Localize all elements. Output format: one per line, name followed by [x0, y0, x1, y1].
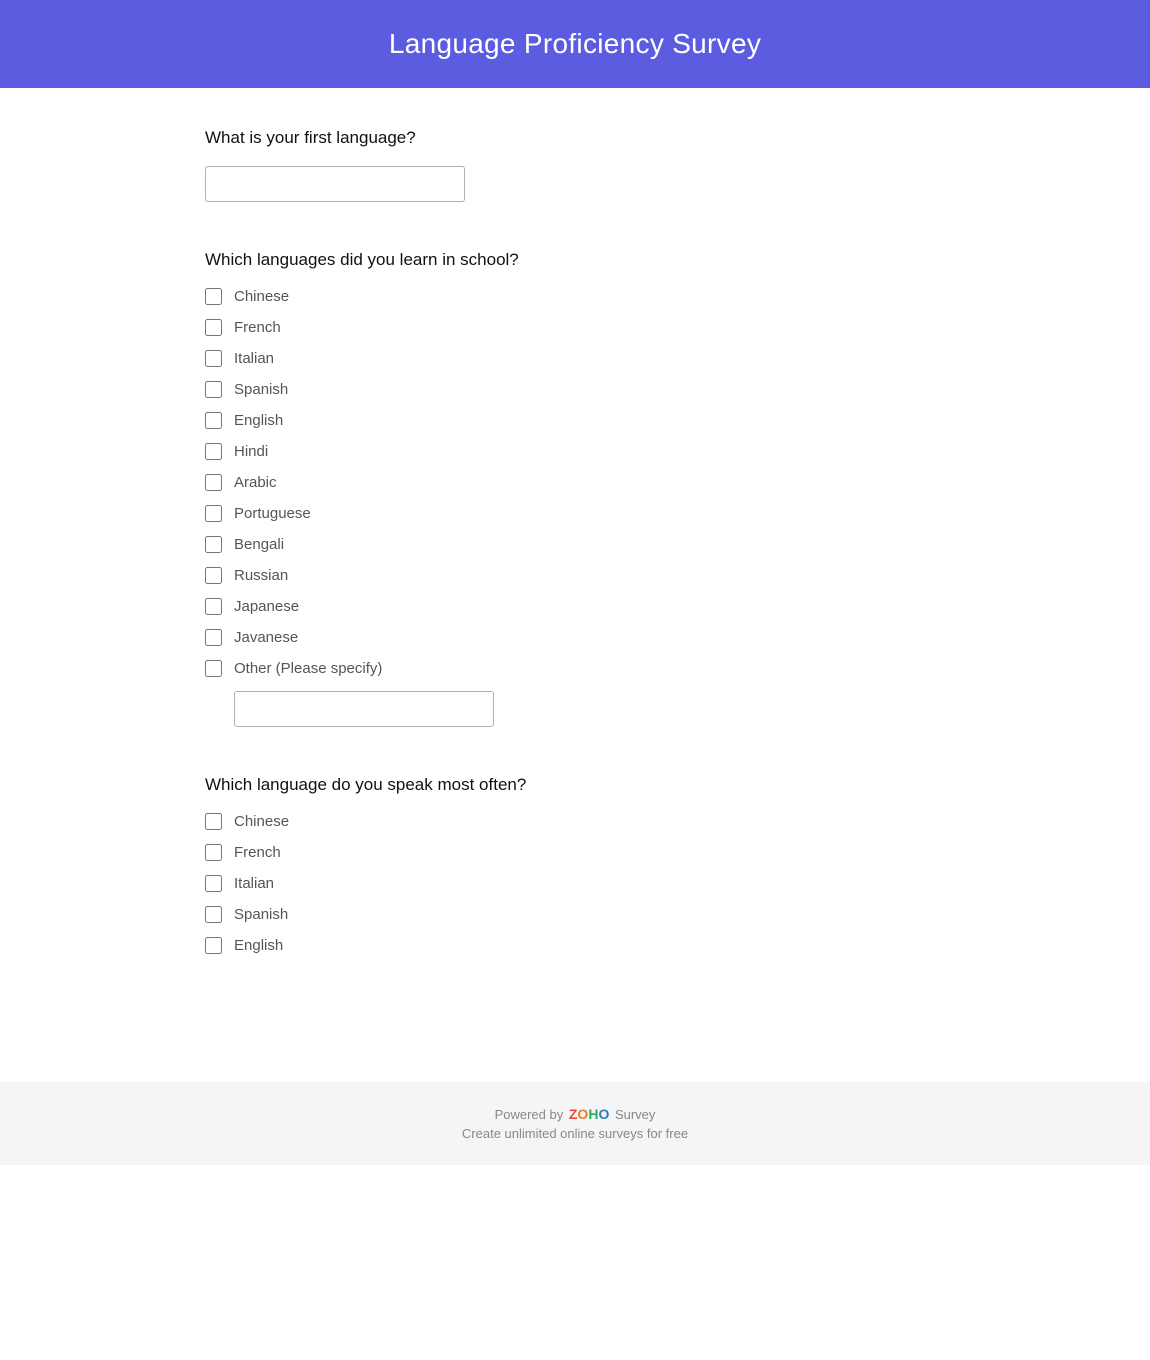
- powered-by-label: Powered by: [495, 1107, 564, 1122]
- school-languages-list: Chinese French Italian Spanish English H…: [205, 288, 945, 677]
- zoho-o2: O: [598, 1106, 609, 1122]
- label-school-portuguese[interactable]: Portuguese: [234, 505, 311, 522]
- label-school-other[interactable]: Other (Please specify): [234, 660, 382, 677]
- list-item: Portuguese: [205, 505, 945, 522]
- list-item: Bengali: [205, 536, 945, 553]
- list-item: French: [205, 319, 945, 336]
- zoho-h: H: [588, 1106, 598, 1122]
- label-speak-french[interactable]: French: [234, 844, 281, 861]
- main-content: What is your first language? Which langu…: [145, 88, 1005, 1042]
- label-speak-italian[interactable]: Italian: [234, 875, 274, 892]
- footer-powered-text: Powered by ZOHO Survey: [40, 1106, 1110, 1122]
- checkbox-school-russian[interactable]: [205, 567, 222, 584]
- list-item: Hindi: [205, 443, 945, 460]
- list-item: Chinese: [205, 813, 945, 830]
- question-3-block: Which language do you speak most often? …: [205, 775, 945, 954]
- list-item: English: [205, 412, 945, 429]
- label-school-javanese[interactable]: Javanese: [234, 629, 298, 646]
- list-item: Japanese: [205, 598, 945, 615]
- checkbox-speak-english[interactable]: [205, 937, 222, 954]
- question-2-block: Which languages did you learn in school?…: [205, 250, 945, 727]
- label-school-chinese[interactable]: Chinese: [234, 288, 289, 305]
- page-header: Language Proficiency Survey: [0, 0, 1150, 88]
- list-item: Russian: [205, 567, 945, 584]
- label-school-bengali[interactable]: Bengali: [234, 536, 284, 553]
- checkbox-speak-italian[interactable]: [205, 875, 222, 892]
- label-speak-spanish[interactable]: Spanish: [234, 906, 288, 923]
- checkbox-school-arabic[interactable]: [205, 474, 222, 491]
- list-item: French: [205, 844, 945, 861]
- checkbox-school-other[interactable]: [205, 660, 222, 677]
- checkbox-speak-chinese[interactable]: [205, 813, 222, 830]
- checkbox-school-japanese[interactable]: [205, 598, 222, 615]
- checkbox-school-javanese[interactable]: [205, 629, 222, 646]
- list-item: Italian: [205, 875, 945, 892]
- question-3-label: Which language do you speak most often?: [205, 775, 945, 795]
- checkbox-school-italian[interactable]: [205, 350, 222, 367]
- label-school-english[interactable]: English: [234, 412, 283, 429]
- checkbox-speak-spanish[interactable]: [205, 906, 222, 923]
- question-1-block: What is your first language?: [205, 128, 945, 202]
- checkbox-school-chinese[interactable]: [205, 288, 222, 305]
- speak-languages-list: Chinese French Italian Spanish English: [205, 813, 945, 954]
- checkbox-school-bengali[interactable]: [205, 536, 222, 553]
- checkbox-school-french[interactable]: [205, 319, 222, 336]
- school-other-input[interactable]: [234, 691, 494, 727]
- label-school-japanese[interactable]: Japanese: [234, 598, 299, 615]
- label-school-russian[interactable]: Russian: [234, 567, 288, 584]
- zoho-logo: ZOHO: [569, 1106, 609, 1122]
- page-footer: Powered by ZOHO Survey Create unlimited …: [0, 1082, 1150, 1165]
- list-item: Spanish: [205, 381, 945, 398]
- list-item: English: [205, 937, 945, 954]
- list-item: Italian: [205, 350, 945, 367]
- survey-label: Survey: [615, 1107, 655, 1122]
- list-item: Javanese: [205, 629, 945, 646]
- zoho-z: Z: [569, 1106, 578, 1122]
- label-school-arabic[interactable]: Arabic: [234, 474, 277, 491]
- label-school-french[interactable]: French: [234, 319, 281, 336]
- checkbox-school-english[interactable]: [205, 412, 222, 429]
- checkbox-school-portuguese[interactable]: [205, 505, 222, 522]
- checkbox-school-hindi[interactable]: [205, 443, 222, 460]
- checkbox-speak-french[interactable]: [205, 844, 222, 861]
- list-item: Other (Please specify): [205, 660, 945, 677]
- label-school-hindi[interactable]: Hindi: [234, 443, 268, 460]
- checkbox-school-spanish[interactable]: [205, 381, 222, 398]
- question-2-label: Which languages did you learn in school?: [205, 250, 945, 270]
- list-item: Arabic: [205, 474, 945, 491]
- label-school-spanish[interactable]: Spanish: [234, 381, 288, 398]
- list-item: Chinese: [205, 288, 945, 305]
- page-title: Language Proficiency Survey: [40, 28, 1110, 60]
- list-item: Spanish: [205, 906, 945, 923]
- label-speak-english[interactable]: English: [234, 937, 283, 954]
- label-school-italian[interactable]: Italian: [234, 350, 274, 367]
- footer-sub-text: Create unlimited online surveys for free: [40, 1126, 1110, 1141]
- first-language-input[interactable]: [205, 166, 465, 202]
- question-1-label: What is your first language?: [205, 128, 945, 148]
- zoho-o1: O: [577, 1106, 588, 1122]
- label-speak-chinese[interactable]: Chinese: [234, 813, 289, 830]
